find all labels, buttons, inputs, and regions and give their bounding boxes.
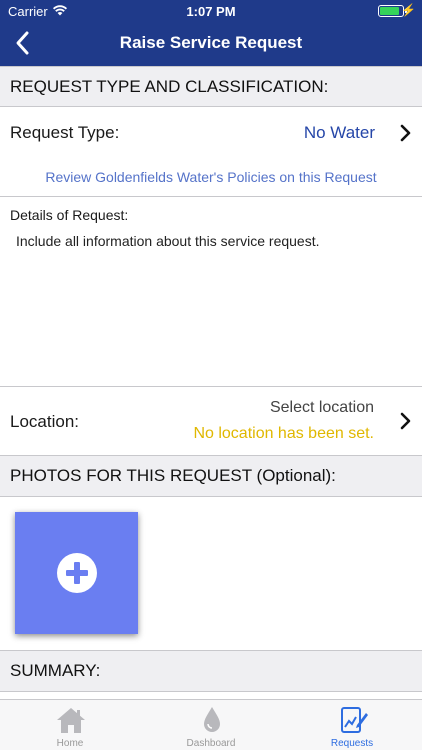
section-header-photos: PHOTOS FOR THIS REQUEST (Optional): <box>0 455 422 497</box>
water-drop-icon <box>204 707 220 732</box>
divider <box>0 196 422 197</box>
details-label: Details of Request: <box>10 207 129 223</box>
page-title: Raise Service Request <box>119 33 303 52</box>
tab-home[interactable]: Home <box>0 700 140 750</box>
details-textarea[interactable]: Include all information about this servi… <box>16 233 406 378</box>
request-type-value[interactable]: No Water <box>304 123 375 143</box>
tab-bar: Home Dashboard Requests <box>0 699 422 750</box>
request-type-label: Request Type: <box>10 123 120 142</box>
tab-label: Requests <box>330 738 374 749</box>
section-header-request-type: REQUEST TYPE AND CLASSIFICATION: <box>0 66 422 107</box>
location-label: Location: <box>10 412 79 431</box>
charging-icon: ⚡ <box>401 3 416 17</box>
plus-circle-icon <box>56 553 97 593</box>
navigation-bar: Carrier 1:07 PM ⚡ Raise Service Request <box>0 0 422 66</box>
chevron-right-icon[interactable] <box>399 124 413 142</box>
house-icon <box>57 708 85 733</box>
tab-dashboard[interactable]: Dashboard <box>141 700 281 750</box>
chevron-right-icon[interactable] <box>399 412 413 430</box>
tab-requests[interactable]: Requests <box>282 700 422 750</box>
tab-label: Home <box>56 738 84 749</box>
status-bar: Carrier 1:07 PM ⚡ <box>0 0 422 22</box>
policies-link[interactable]: Review Goldenfields Water's Policies on … <box>0 169 422 185</box>
section-header-summary: SUMMARY: <box>0 650 422 692</box>
select-location-text[interactable]: Select location <box>270 399 374 417</box>
location-status-text: No location has been set. <box>193 425 374 442</box>
add-photo-button[interactable] <box>15 512 138 634</box>
document-pen-icon <box>341 707 368 733</box>
tab-label: Dashboard <box>186 738 236 749</box>
clock: 1:07 PM <box>186 4 236 19</box>
